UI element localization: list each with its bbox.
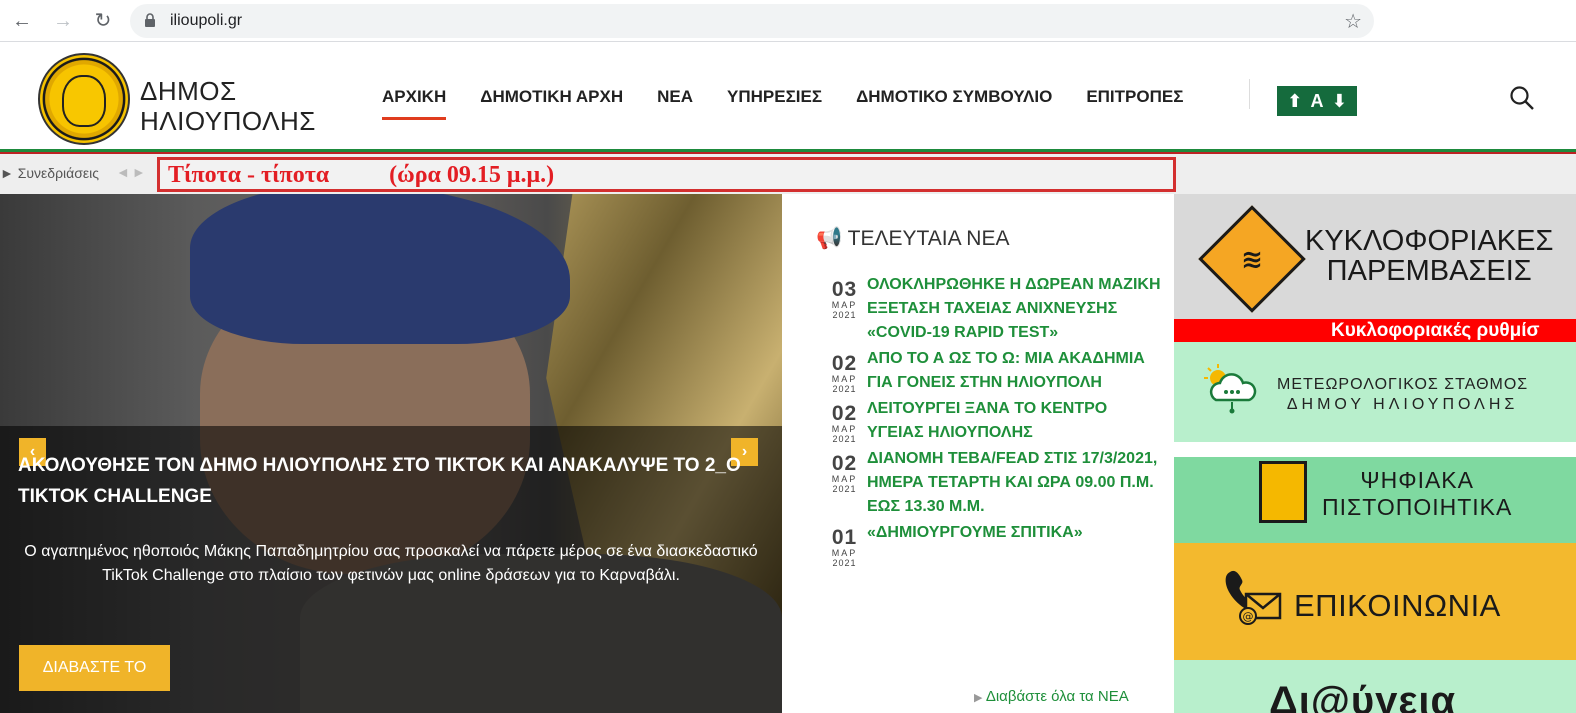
ticker-text[interactable]: Τίποτα - τίποτα (ώρα 09.15 μ.μ.) — [168, 162, 554, 189]
nav-municipal-authority[interactable]: ΔΗΜΟΤΙΚΗ ΑΡΧΗ — [480, 87, 623, 120]
news-item: 03 ΜΑΡ 2021 ΟΛΟΚΛΗΡΩΘΗΚΕ Η ΔΩΡΕΑΝ ΜΑΖΙΚΗ… — [822, 276, 1162, 345]
svg-text:@: @ — [1243, 610, 1254, 623]
url-text[interactable]: ilioupoli.gr — [170, 12, 242, 30]
traffic-banner[interactable]: ≋ ΚΥΚΛΟΦΟΡΙΑΚΕΣ ΠΑΡΕΜΒΑΣΕΙΣ — [1174, 194, 1576, 319]
weather-station-text: ΜΕΤΕΩΡΟΛΟΓΙΚΟΣ ΣΤΑΘΜΟΣ ΔΗΜΟΥ ΗΛΙΟΥΠΟΛΗΣ — [1277, 376, 1529, 413]
news-list: 03 ΜΑΡ 2021 ΟΛΟΚΛΗΡΩΘΗΚΕ Η ΔΩΡΕΑΝ ΜΑΖΙΚΗ… — [822, 276, 1162, 577]
nav-municipal-council[interactable]: ΔΗΜΟΤΙΚΟ ΣΥΜΒΟΥΛΙΟ — [856, 87, 1052, 120]
weather-cloud-icon — [1204, 364, 1257, 414]
traffic-banner-text: ΚΥΚΛΟΦΟΡΙΑΚΕΣ ΠΑΡΕΜΒΑΣΕΙΣ — [1305, 225, 1554, 287]
site-name[interactable]: ΔΗΜΟΣ ΗΛΙΟΥΠΟΛΗΣ — [140, 76, 316, 136]
back-arrow-icon[interactable]: ← — [10, 9, 34, 33]
diavgeia-text: Δι@ύγεια — [1269, 679, 1457, 713]
all-news-link[interactable]: ▶ Διαβάστε όλα τα ΝΕΑ — [974, 688, 1129, 705]
news-date: 03 ΜΑΡ 2021 — [831, 278, 858, 320]
digital-certificates-banner[interactable]: ΨΗΦΙΑΚΑ ΠΙΣΤΟΠΟΙΗΤΙΚΑ — [1174, 457, 1576, 543]
nav-news[interactable]: ΝΕΑ — [657, 87, 693, 120]
nav-home[interactable]: ΑΡΧΙΚΗ — [382, 87, 447, 120]
news-date: 02 ΜΑΡ 2021 — [831, 402, 858, 444]
ticker-arrows-icon[interactable]: ◄► — [116, 164, 148, 180]
news-ticker: ► Συνεδριάσεις ◄► Τίποτα - τίποτα (ώρα 0… — [0, 154, 1576, 194]
ticker-highlight-box: Τίποτα - τίποτα (ώρα 09.15 μ.μ.) — [157, 157, 1176, 192]
browser-toolbar: ← → ↻ ilioupoli.gr ☆ — [0, 0, 1576, 42]
weather-station-banner[interactable]: ΜΕΤΕΩΡΟΛΟΓΙΚΟΣ ΣΤΑΘΜΟΣ ΔΗΜΟΥ ΗΛΙΟΥΠΟΛΗΣ — [1174, 342, 1576, 442]
reload-icon[interactable]: ↻ — [91, 9, 115, 33]
digital-certificates-text: ΨΗΦΙΑΚΑ ΠΙΣΤΟΠΟΙΗΤΙΚΑ — [1322, 467, 1513, 520]
search-icon[interactable] — [1509, 85, 1535, 111]
address-bar[interactable]: ilioupoli.gr ☆ — [130, 4, 1374, 38]
hero-title[interactable]: ΑΚΟΛΟΥΘΗΣΕ ΤΟΝ ΔΗΜΟ ΗΛΙΟΥΠΟΛΗΣ ΣΤΟ TIKTO… — [18, 450, 768, 512]
news-heading: 📢 ΤΕΛΕΥΤΑΙΑ ΝΕΑ — [816, 227, 1010, 250]
news-title-link[interactable]: ΔΙΑΝΟΜΗ ΤΕΒΑ/FEAD ΣΤΙΣ 17/3/2021, ΗΜΕΡΑ … — [867, 447, 1162, 519]
site-header: ΔΗΜΟΣ ΗΛΙΟΥΠΟΛΗΣ ΑΡΧΙΚΗ ΔΗΜΟΤΙΚΗ ΑΡΧΗ ΝΕ… — [0, 43, 1576, 149]
road-sign-icon: ≋ — [1198, 205, 1306, 313]
nav-divider — [1249, 79, 1250, 109]
news-date: 02 ΜΑΡ 2021 — [831, 352, 858, 394]
news-date: 02 ΜΑΡ 2021 — [831, 452, 858, 494]
font-size-label[interactable]: A — [1310, 91, 1323, 112]
main-navigation: ΑΡΧΙΚΗ ΔΗΜΟΤΙΚΗ ΑΡΧΗ ΝΕΑ ΥΠΗΡΕΣΙΕΣ ΔΗΜΟΤ… — [382, 87, 1217, 120]
phone-envelope-icon: @ — [1225, 570, 1282, 625]
latest-news: 📢 ΤΕΛΕΥΤΑΙΑ ΝΕΑ 03 ΜΑΡ 2021 ΟΛΟΚΛΗΡΩΘΗΚΕ… — [782, 194, 1174, 713]
hero-description: Ο αγαπημένος ηθοποιός Μάκης Παπαδημητρίο… — [24, 543, 758, 584]
forward-arrow-icon[interactable]: → — [51, 9, 75, 33]
font-increase-icon[interactable]: ⬆ — [1287, 91, 1302, 112]
news-title-link[interactable]: ΑΠΟ ΤΟ Α ΩΣ ΤΟ Ω: ΜΙΑ ΑΚΑΔΗΜΙΑ ΓΙΑ ΓΟΝΕΙ… — [867, 347, 1162, 395]
logo-face-icon — [62, 75, 106, 127]
news-item: 02 ΜΑΡ 2021 ΛΕΙΤΟΥΡΓΕΙ ΞΑΝΑ ΤΟ ΚΕΝΤΡΟ ΥΓ… — [822, 400, 1162, 445]
news-title-link[interactable]: «ΔΗΜΙΟΥΡΓΟΥΜΕ ΣΠΙΤΙΚΑ» — [867, 521, 1083, 568]
diavgeia-banner[interactable]: Δι@ύγεια — [1174, 660, 1576, 713]
news-item: 02 ΜΑΡ 2021 ΔΙΑΝΟΜΗ ΤΕΒΑ/FEAD ΣΤΙΣ 17/3/… — [822, 450, 1162, 519]
news-title-link[interactable]: ΟΛΟΚΛΗΡΩΘΗΚΕ Η ΔΩΡΕΑΝ ΜΑΖΙΚΗ ΕΞΕΤΑΣΗ ΤΑΧ… — [867, 273, 1162, 345]
news-title-link[interactable]: ΛΕΙΤΟΥΡΓΕΙ ΞΑΝΑ ΤΟ ΚΕΝΤΡΟ ΥΓΕΙΑΣ ΗΛΙΟΥΠΟ… — [867, 397, 1162, 445]
hero-slider: ‹ › ΑΚΟΛΟΥΘΗΣΕ ΤΟΝ ΔΗΜΟ ΗΛΙΟΥΠΟΛΗΣ ΣΤΟ T… — [0, 194, 782, 713]
certificate-document-icon — [1259, 461, 1307, 523]
news-item: 01 ΜΑΡ 2021 «ΔΗΜΙΟΥΡΓΟΥΜΕ ΣΠΙΤΙΚΑ» — [822, 524, 1162, 568]
ticker-label[interactable]: ► Συνεδριάσεις — [0, 165, 99, 181]
hero-image-bandana — [190, 194, 570, 344]
traffic-marquee[interactable]: Κυκλοφοριακές ρυθμίσ — [1174, 319, 1576, 342]
news-item: 02 ΜΑΡ 2021 ΑΠΟ ΤΟ Α ΩΣ ΤΟ Ω: ΜΙΑ ΑΚΑΔΗΜ… — [822, 350, 1162, 395]
municipality-logo[interactable] — [38, 53, 130, 145]
nav-services[interactable]: ΥΠΗΡΕΣΙΕΣ — [727, 87, 822, 120]
font-decrease-icon[interactable]: ⬇ — [1332, 91, 1347, 112]
triangle-right-icon: ▶ — [974, 692, 983, 704]
contact-banner[interactable]: @ ΕΠΙΚΟΙΝΩΝΙΑ — [1174, 543, 1576, 660]
side-banners: ≋ ΚΥΚΛΟΦΟΡΙΑΚΕΣ ΠΑΡΕΜΒΑΣΕΙΣ Κυκλοφοριακέ… — [1174, 194, 1576, 713]
news-date: 01 ΜΑΡ 2021 — [831, 526, 858, 568]
contact-text: ΕΠΙΚΟΙΝΩΝΙΑ — [1294, 588, 1501, 623]
bookmark-star-icon[interactable]: ☆ — [1344, 9, 1362, 34]
nav-committees[interactable]: ΕΠΙΤΡΟΠΕΣ — [1086, 87, 1183, 120]
lock-icon — [145, 13, 155, 27]
read-more-button[interactable]: ΔΙΑΒΑΣΤΕ ΤΟ — [19, 645, 170, 691]
font-size-controls: ⬆ A ⬇ — [1277, 86, 1357, 116]
megaphone-icon: 📢 — [816, 227, 843, 250]
